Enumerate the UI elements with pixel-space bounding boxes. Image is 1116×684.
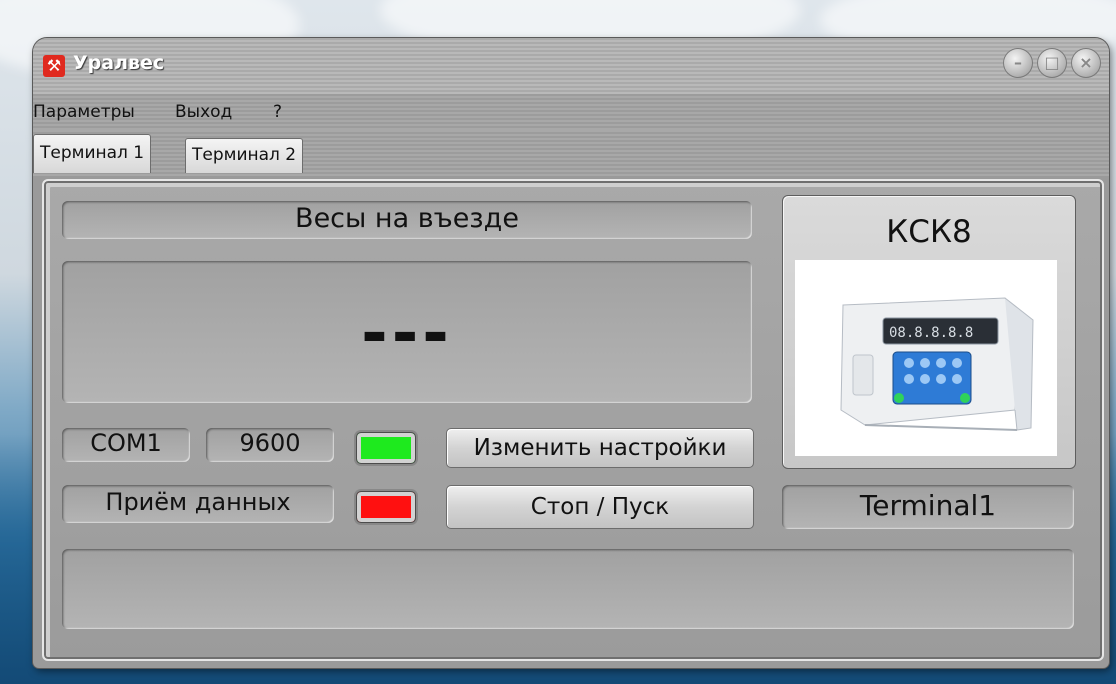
app-window: ⚒ Уралвес – □ × Параметры Выход ? Термин… — [33, 38, 1109, 668]
terminal-name: Terminal1 — [859, 489, 997, 522]
weight-reading: --- — [361, 297, 453, 371]
stop-start-button[interactable]: Стоп / Пуск — [446, 485, 754, 529]
menu-help[interactable]: ? — [273, 102, 282, 122]
port-display: COM1 — [62, 428, 190, 462]
connection-status-led — [356, 432, 416, 464]
device-model: КСК8 — [886, 214, 972, 250]
menu-parameters[interactable]: Параметры — [33, 102, 135, 122]
scale-name: Весы на въезде — [295, 203, 519, 234]
close-button[interactable]: × — [1071, 48, 1101, 78]
device-info-panel: КСК8 08.8.8.8.8 — [782, 195, 1076, 469]
baud-value: 9600 — [239, 429, 301, 457]
terminal-panel: Весы на въезде --- COM1 9600 Изменить на… — [42, 179, 1104, 661]
terminal-name-display: Terminal1 — [782, 485, 1074, 529]
weighing-terminal-image: 08.8.8.8.8 — [840, 297, 1034, 431]
weight-display: --- — [62, 261, 752, 403]
status-message-box — [62, 549, 1074, 629]
receive-data-display: Приём данных — [62, 485, 334, 523]
minimize-button[interactable]: – — [1003, 48, 1033, 78]
maximize-button[interactable]: □ — [1037, 48, 1067, 78]
device-image: 08.8.8.8.8 — [795, 260, 1057, 456]
svg-text:08.8.8.8.8: 08.8.8.8.8 — [889, 325, 973, 341]
tab-bar: Терминал 1 Терминал 2 — [33, 130, 1109, 176]
baud-display: 9600 — [206, 428, 334, 462]
tab-terminal-1[interactable]: Терминал 1 — [33, 134, 152, 173]
app-tools-icon[interactable]: ⚒ — [43, 55, 65, 77]
window-title: Уралвес — [73, 52, 165, 74]
tab-terminal-2[interactable]: Терминал 2 — [185, 138, 304, 173]
menu-bar: Параметры Выход ? — [33, 94, 1109, 130]
receive-status-led — [356, 491, 416, 523]
port-value: COM1 — [90, 429, 162, 457]
scale-name-display: Весы на въезде — [62, 201, 752, 239]
receive-data-label: Приём данных — [105, 488, 291, 516]
menu-exit[interactable]: Выход — [175, 102, 232, 122]
change-settings-button[interactable]: Изменить настройки — [446, 428, 754, 468]
title-bar[interactable]: ⚒ Уралвес – □ × — [33, 38, 1109, 95]
